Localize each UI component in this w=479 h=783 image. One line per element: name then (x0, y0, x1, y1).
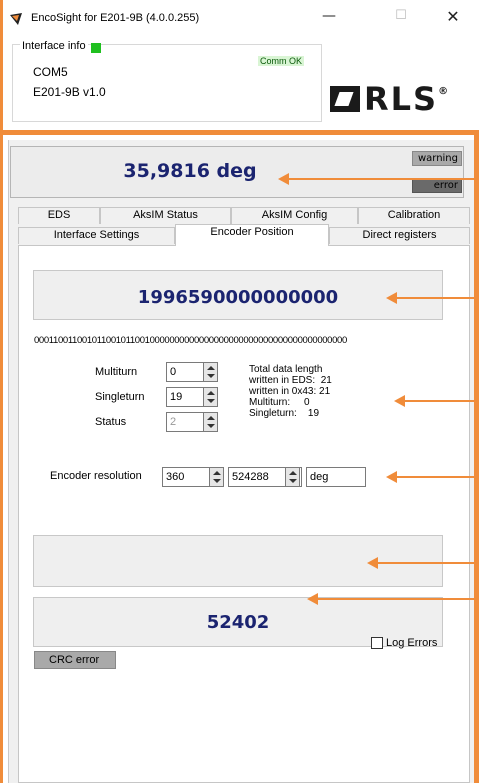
tab-encoder-position[interactable]: Encoder Position (175, 224, 329, 246)
resolution-unit-field[interactable]: deg (306, 467, 366, 487)
raw-value: 1996590000000000 (137, 287, 339, 308)
spin-arrows-icon[interactable] (203, 362, 218, 382)
numeric-value: 52402 (206, 612, 270, 633)
annotation-arrow (278, 173, 474, 185)
resolution-stepper-1[interactable]: 360 (162, 467, 224, 487)
log-errors-label: Log Errors (386, 637, 438, 649)
spin-arrows-icon[interactable] (285, 467, 300, 487)
tab-calibration[interactable]: Calibration (358, 207, 470, 224)
resolution-value-2: 524288 (232, 471, 269, 483)
warning-badge: warning (412, 151, 462, 166)
maximize-button[interactable]: ☐ (388, 8, 414, 28)
resolution-label: Encoder resolution (50, 470, 142, 482)
singleturn-stepper[interactable]: 19 (166, 387, 218, 407)
minimize-button[interactable]: — (316, 8, 342, 28)
comm-status-text: Comm OK (258, 56, 305, 66)
checkbox-icon[interactable] (371, 637, 383, 649)
tab-direct-registers[interactable]: Direct registers (329, 227, 470, 244)
log-errors-checkbox[interactable]: Log Errors (371, 637, 437, 649)
spin-arrows-icon (203, 412, 218, 432)
accent-band-right (474, 135, 479, 783)
rls-logo: RLS® (330, 75, 449, 116)
tab-interface-settings[interactable]: Interface Settings (18, 227, 175, 244)
com-port-text: COM5 (33, 65, 68, 79)
tab-aksim-config[interactable]: AksIM Config (231, 207, 358, 224)
resolution-value-1: 360 (166, 471, 185, 483)
resolution-stepper-2[interactable]: 524288 (228, 467, 302, 487)
tab-eds[interactable]: EDS (18, 207, 100, 224)
annotation-arrow (386, 471, 474, 483)
tab-content-panel (18, 245, 470, 783)
crc-error-badge: CRC error (34, 651, 116, 669)
multiturn-value: 0 (170, 366, 177, 378)
registered-mark: ® (438, 86, 449, 97)
tab-aksim-status[interactable]: AksIM Status (100, 207, 231, 224)
spin-arrows-icon[interactable] (209, 467, 224, 487)
annotation-arrow (386, 292, 474, 304)
data-length-info: Total data length written in EDS: 21 wri… (249, 364, 332, 419)
status-value: 2 (170, 416, 177, 428)
status-stepper: 2 (166, 412, 218, 432)
status-label: Status (95, 416, 127, 428)
multiturn-label: Multiturn (95, 366, 138, 378)
rls-logo-mark-icon (330, 86, 360, 112)
device-version-text: E201-9B v1.0 (33, 85, 106, 99)
bit-string: 0001100110010110010110010000000000000000… (34, 335, 347, 346)
rls-logo-text: RLS (364, 80, 439, 118)
error-badge: error (412, 178, 462, 193)
empty-display-panel (33, 535, 443, 587)
app-icon (10, 13, 22, 25)
close-button[interactable]: ✕ (440, 7, 466, 27)
interface-info-legend: Interface info (20, 40, 88, 52)
singleturn-value: 19 (170, 391, 183, 403)
accent-band (0, 130, 479, 135)
singleturn-label: Singleturn (95, 391, 145, 403)
status-led-icon (91, 43, 101, 53)
annotation-arrow (307, 593, 474, 605)
annotation-arrow (367, 557, 474, 569)
annotation-arrow (394, 395, 474, 407)
spin-arrows-icon[interactable] (203, 387, 218, 407)
window-title: EncoSight for E201-9B (4.0.0.255) (31, 12, 200, 24)
multiturn-stepper[interactable]: 0 (166, 362, 218, 382)
